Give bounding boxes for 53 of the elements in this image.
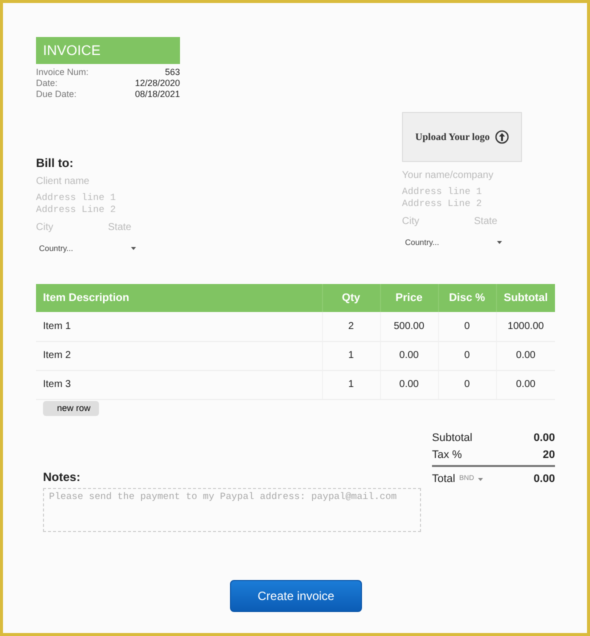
city-field[interactable]: City [402, 214, 474, 229]
table-cell: 0.00 [496, 370, 555, 399]
logo-upload-button[interactable]: Upload Your logo [402, 112, 522, 162]
table-cell: 1000.00 [496, 312, 555, 341]
notes-field[interactable]: Please send the payment to my Paypal address: paypal@mail.com [43, 488, 421, 532]
field-label: Invoice Num: [36, 67, 89, 78]
table-cell: Item 3 [36, 370, 322, 399]
table-cell: 0 [438, 312, 496, 341]
table-cell: 500.00 [380, 312, 438, 341]
table-cell: Item 2 [36, 341, 322, 370]
field-label: Due Date: [36, 89, 77, 100]
address-field[interactable]: Address line 1 [36, 192, 162, 204]
table-cell: 0 [438, 341, 496, 370]
address-field[interactable]: Address Line 2 [402, 198, 528, 210]
column-header: Price [380, 284, 438, 312]
table-cell: Item 1 [36, 312, 322, 341]
total-value: 20 [542, 448, 555, 462]
total-value: 0.00 [534, 472, 555, 487]
field-value: 563 [164, 67, 180, 78]
column-header: Disc % [438, 284, 496, 312]
field-value: 08/18/2021 [134, 89, 180, 100]
table-cell: 0.00 [380, 341, 438, 370]
total-value: 0.00 [534, 431, 555, 446]
column-header: Subtotal [496, 284, 555, 312]
address-field[interactable]: Address line 1 [402, 186, 528, 198]
table-cell: 2 [322, 312, 380, 341]
country-dropdown[interactable]: Country... [36, 243, 136, 255]
field-label: Date: [36, 78, 58, 89]
field-value: 12/28/2020 [134, 78, 180, 89]
state-field[interactable]: State [108, 220, 168, 235]
address-field[interactable]: Address Line 2 [36, 204, 162, 216]
total-label: Subtotal [432, 431, 472, 446]
city-field[interactable]: City [36, 220, 108, 235]
state-field[interactable]: State [474, 214, 534, 229]
column-header: Item Description [36, 284, 322, 312]
name-field[interactable]: Your name/company [402, 168, 534, 183]
total-label: Tax % [432, 448, 462, 462]
table-cell: 0.00 [380, 370, 438, 399]
table-cell: 0 [438, 370, 496, 399]
table-cell: 1 [322, 341, 380, 370]
table-cell: 1 [322, 370, 380, 399]
upload-icon [494, 130, 509, 144]
country-dropdown[interactable]: Country... [402, 237, 502, 249]
total-label: Total [432, 472, 456, 487]
invoice-title: INVOICE [36, 37, 180, 64]
column-header: Qty [322, 284, 380, 312]
section-heading: Notes: [43, 469, 82, 486]
name-field[interactable]: Client name [36, 174, 168, 189]
section-heading: Bill to: [36, 155, 74, 172]
new-row-button[interactable]: new row [43, 400, 99, 416]
table-cell: 0.00 [496, 341, 555, 370]
caret-icon[interactable] [478, 478, 484, 481]
create-invoice-button[interactable]: Create invoice [230, 580, 362, 612]
